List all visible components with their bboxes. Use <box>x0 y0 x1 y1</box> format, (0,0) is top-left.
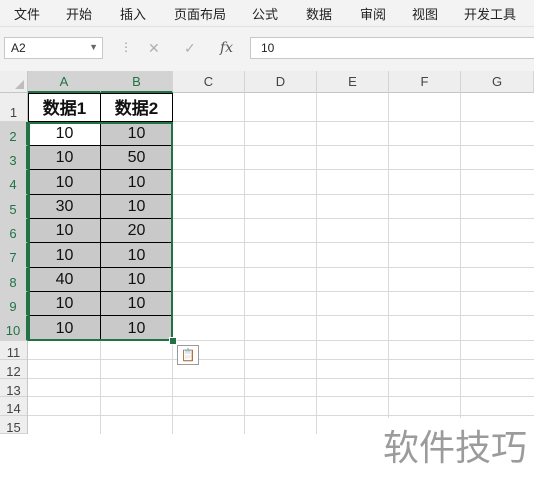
table-cell-a9[interactable]: 10 <box>28 292 101 316</box>
row-header-11[interactable]: 11 <box>0 341 28 360</box>
menu-bar: 文件 开始 插入 页面布局 公式 数据 审阅 视图 开发工具 <box>0 0 534 27</box>
row-header-4[interactable]: 4 <box>0 170 28 195</box>
table-cell-b3[interactable]: 50 <box>101 146 173 170</box>
menu-file[interactable]: 文件 <box>14 4 40 23</box>
grid-line <box>28 359 534 360</box>
row-header-14[interactable]: 14 <box>0 397 28 416</box>
table-cell-a7[interactable]: 10 <box>28 243 101 268</box>
name-box[interactable]: A2 ▼ <box>4 37 103 59</box>
table-header-cell-a1[interactable]: 数据1 <box>28 93 101 122</box>
table-cell-a2[interactable]: 10 <box>28 122 101 146</box>
column-header-d[interactable]: D <box>245 71 317 93</box>
menu-review[interactable]: 审阅 <box>360 4 386 23</box>
column-header-b[interactable]: B <box>101 71 173 93</box>
row-header-1[interactable]: 1 <box>0 93 28 122</box>
row-header-6[interactable]: 6 <box>0 219 28 243</box>
fill-handle[interactable] <box>169 337 177 345</box>
table-header-cell-b1[interactable]: 数据2 <box>101 93 173 122</box>
row-header-9[interactable]: 9 <box>0 292 28 316</box>
menu-developer[interactable]: 开发工具 <box>464 4 516 23</box>
menu-insert[interactable]: 插入 <box>120 4 146 23</box>
formula-input-value: 10 <box>261 41 275 55</box>
insert-function-icon[interactable]: fx <box>220 40 233 56</box>
column-header-a[interactable]: A <box>28 71 101 93</box>
table-cell-a5[interactable]: 30 <box>28 195 101 219</box>
row-header-10[interactable]: 10 <box>0 316 28 341</box>
grid-line <box>28 378 534 379</box>
table-cell-b9[interactable]: 10 <box>101 292 173 316</box>
name-box-value: A2 <box>11 41 26 55</box>
formula-input[interactable]: 10 <box>250 37 534 59</box>
quick-analysis-button[interactable]: 📋 <box>177 345 199 365</box>
row-header-3[interactable]: 3 <box>0 146 28 170</box>
table-cell-a3[interactable]: 10 <box>28 146 101 170</box>
menu-data[interactable]: 数据 <box>306 4 332 23</box>
menu-formulas[interactable]: 公式 <box>252 4 278 23</box>
table-cell-a6[interactable]: 10 <box>28 219 101 243</box>
cancel-icon[interactable]: ✕ <box>148 40 160 57</box>
row-header-7[interactable]: 7 <box>0 243 28 268</box>
table-cell-b7[interactable]: 10 <box>101 243 173 268</box>
row-header-5[interactable]: 5 <box>0 195 28 219</box>
table-cell-b6[interactable]: 20 <box>101 219 173 243</box>
clipboard-paste-icon: 📋 <box>180 348 196 362</box>
row-header-8[interactable]: 8 <box>0 268 28 292</box>
column-header-f[interactable]: F <box>389 71 461 93</box>
watermark: 软件技巧 <box>376 418 534 478</box>
select-all-icon <box>15 80 24 89</box>
grid-line <box>28 415 534 416</box>
worksheet-grid[interactable]: A B C D E F G 1 2 3 4 5 6 7 8 9 10 11 12… <box>0 71 534 478</box>
table-cell-a10[interactable]: 10 <box>28 316 101 341</box>
menu-home[interactable]: 开始 <box>66 4 92 23</box>
table-cell-b2[interactable]: 10 <box>101 122 173 146</box>
grid-line <box>28 396 534 397</box>
select-all-corner[interactable] <box>0 71 28 93</box>
column-header-g[interactable]: G <box>461 71 534 93</box>
row-header-2[interactable]: 2 <box>0 122 28 146</box>
drag-handle-icon[interactable]: ⋮ <box>120 40 132 54</box>
table-cell-b5[interactable]: 10 <box>101 195 173 219</box>
chevron-down-icon[interactable]: ▼ <box>89 42 98 52</box>
table-cell-b10[interactable]: 10 <box>101 316 173 341</box>
table-cell-b4[interactable]: 10 <box>101 170 173 195</box>
row-header-12[interactable]: 12 <box>0 360 28 379</box>
enter-icon[interactable]: ✓ <box>184 40 196 57</box>
table-cell-a8[interactable]: 40 <box>28 268 101 292</box>
menu-page-layout[interactable]: 页面布局 <box>174 4 226 23</box>
row-header-13[interactable]: 13 <box>0 379 28 398</box>
column-header-e[interactable]: E <box>317 71 389 93</box>
row-header-15[interactable]: 15 <box>0 416 28 435</box>
table-cell-b8[interactable]: 10 <box>101 268 173 292</box>
table-cell-a4[interactable]: 10 <box>28 170 101 195</box>
menu-view[interactable]: 视图 <box>412 4 438 23</box>
column-header-c[interactable]: C <box>173 71 245 93</box>
